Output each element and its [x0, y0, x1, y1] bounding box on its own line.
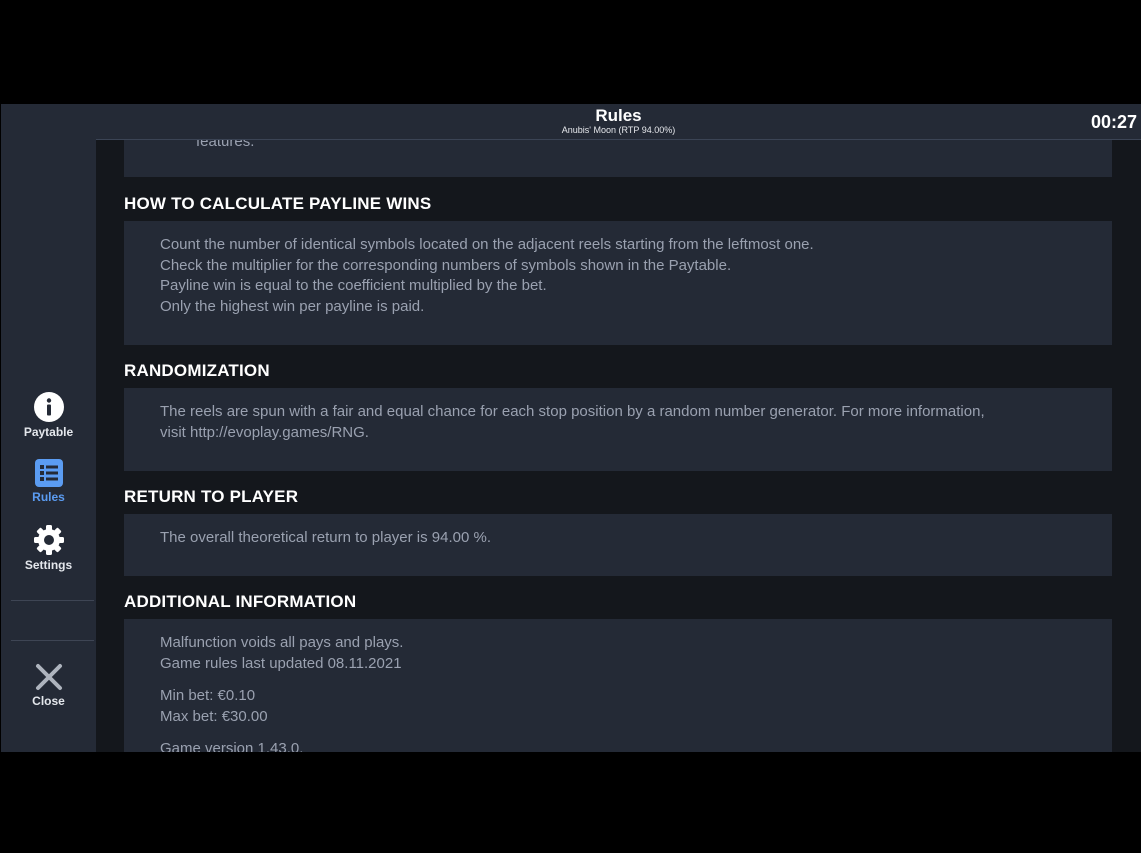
- min-bet-text: Min bet: €0.10: [160, 687, 256, 704]
- sidebar-divider: [11, 640, 94, 641]
- additional-text: Game rules last updated 08.11.2021: [160, 654, 402, 672]
- close-label: Close: [32, 694, 65, 708]
- game-subtitle: Anubis' Moon (RTP 94.00%): [561, 125, 676, 135]
- info-icon: [33, 392, 64, 422]
- sidebar-divider: [11, 600, 94, 601]
- section-heading: RETURN TO PLAYER: [124, 487, 299, 506]
- payline-section-box: Count the number of identical symbols lo…: [124, 221, 1112, 345]
- sidebar-item-rules[interactable]: Rules: [1, 459, 96, 504]
- payline-text: Count the number of identical symbols lo…: [160, 236, 814, 253]
- sidebar-item-label: Paytable: [23, 425, 74, 439]
- sidebar-item-settings[interactable]: Settings: [1, 525, 96, 572]
- payline-text: Check the multiplier for the correspondi…: [160, 256, 732, 274]
- section-heading: ADDITIONAL INFORMATION: [124, 592, 357, 611]
- rules-scroll: features. HOW TO CALCULATE PAYLINE WINS …: [124, 140, 1112, 752]
- randomization-section-box: The reels are spun with a fair and equal…: [124, 388, 1112, 471]
- sidebar: Paytable Rules Settings Close: [1, 104, 96, 752]
- additional-section-box: Malfunction voids all pays and plays. Ga…: [124, 619, 1112, 752]
- randomization-text: The reels are spun with a fair and equal…: [160, 403, 985, 420]
- close-icon: [35, 664, 62, 690]
- previous-section-text: features.: [196, 140, 255, 150]
- payline-text: Only the highest win per payline is paid…: [160, 297, 425, 315]
- list-icon: [34, 459, 63, 487]
- sidebar-item-label: Rules: [32, 490, 65, 504]
- page-title: Rules: [595, 106, 642, 125]
- sidebar-item-label: Settings: [24, 558, 73, 572]
- section-heading: HOW TO CALCULATE PAYLINE WINS: [124, 194, 432, 213]
- rules-window: Paytable Rules Settings Close Rules Anub…: [1, 104, 1141, 752]
- randomization-link[interactable]: visit http://evoplay.games/RNG.: [160, 423, 1112, 444]
- clock: 00:27: [1090, 112, 1137, 132]
- additional-text: Malfunction voids all pays and plays.: [160, 634, 404, 651]
- max-bet-text: Max bet: €30.00: [160, 707, 268, 725]
- version-text: Game version 1.43.0.: [160, 740, 304, 752]
- payline-text: Payline win is equal to the coefficient …: [160, 277, 547, 294]
- rtp-text: The overall theoretical return to player…: [160, 529, 492, 546]
- previous-section-box: features.: [124, 140, 1112, 177]
- section-heading: RANDOMIZATION: [124, 361, 270, 380]
- rtp-section-box: The overall theoretical return to player…: [124, 514, 1112, 576]
- gear-icon: [33, 525, 64, 555]
- header: Rules Anubis' Moon (RTP 94.00%) 00:27: [96, 104, 1141, 140]
- rules-content[interactable]: features. HOW TO CALCULATE PAYLINE WINS …: [96, 140, 1141, 752]
- close-button[interactable]: Close: [1, 663, 96, 708]
- sidebar-item-paytable[interactable]: Paytable: [1, 392, 96, 439]
